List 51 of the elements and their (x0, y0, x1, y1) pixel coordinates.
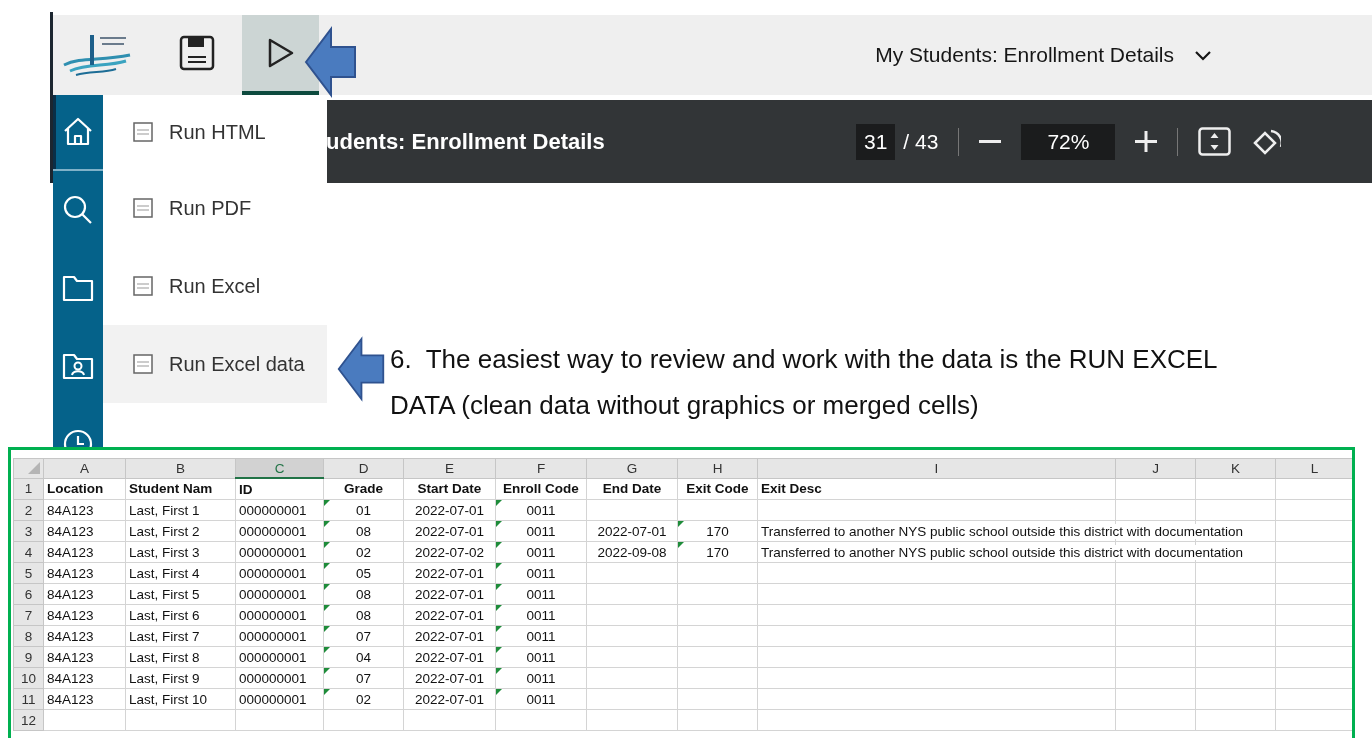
chevron-down-icon (1194, 48, 1212, 62)
row-number[interactable]: 5 (13, 562, 44, 584)
row-number[interactable]: 9 (13, 646, 44, 668)
column-header[interactable]: E (403, 458, 496, 478)
column-header[interactable]: F (495, 458, 587, 478)
search-icon (62, 194, 94, 226)
table-cell: Transferred to another NYS public school outside this district with documentation (761, 544, 1243, 560)
page-total: / 43 (903, 129, 939, 154)
column-header[interactable]: A (43, 458, 126, 478)
file-icon (133, 198, 153, 218)
row-number[interactable]: 2 (13, 499, 44, 521)
zoom-in-icon[interactable] (1135, 131, 1158, 152)
row-number[interactable]: 11 (13, 688, 44, 710)
column-header[interactable]: K (1195, 458, 1276, 478)
arrow-icon (336, 334, 386, 404)
menu-item[interactable]: Run PDF (103, 169, 327, 247)
column-header[interactable]: B (125, 458, 236, 478)
table-cell: Transferred to another NYS public school outside this district with documentation (761, 523, 1243, 539)
menu-item[interactable]: Run Excel (103, 247, 327, 325)
fit-page-icon[interactable] (1198, 127, 1232, 156)
row-number[interactable]: 1 (13, 478, 44, 500)
file-icon (133, 122, 153, 142)
column-header[interactable]: I (757, 458, 1116, 478)
file-icon (133, 276, 153, 296)
column-header[interactable]: L (1275, 458, 1352, 478)
column-header[interactable]: D (323, 458, 404, 478)
column-header[interactable]: C (235, 458, 324, 478)
arrow-icon (303, 25, 358, 99)
report-dropdown[interactable]: My Students: Enrollment Details (875, 43, 1212, 67)
column-header[interactable]: H (677, 458, 758, 478)
save-icon (179, 35, 215, 71)
home-icon (62, 116, 94, 148)
zoom-field[interactable]: 72% (1021, 123, 1116, 160)
menu-item[interactable]: Run Excel data (103, 325, 327, 403)
sidebar-button[interactable] (53, 95, 103, 171)
column-header[interactable]: J (1115, 458, 1196, 478)
report-title: udents: Enrollment Details (327, 128, 606, 155)
row-number[interactable]: 6 (13, 583, 44, 605)
row-number[interactable]: 10 (13, 667, 44, 689)
row-number[interactable]: 4 (13, 541, 44, 563)
row-number[interactable]: 8 (13, 625, 44, 647)
instruction-text: 6. The easiest way to review and work with the data is the RUN EXCEL DATA (clean data without graphics or merged cells) (390, 343, 1218, 422)
triangle-icon (28, 462, 40, 475)
row-number[interactable]: 7 (13, 604, 44, 626)
run-button[interactable] (242, 15, 319, 95)
row-number[interactable]: 3 (13, 520, 44, 542)
page-field[interactable]: 31 (856, 123, 896, 160)
row-number[interactable]: 12 (13, 709, 44, 731)
file-icon (133, 354, 153, 374)
column-header[interactable]: G (586, 458, 678, 478)
menu-item[interactable]: Run HTML (103, 95, 327, 169)
